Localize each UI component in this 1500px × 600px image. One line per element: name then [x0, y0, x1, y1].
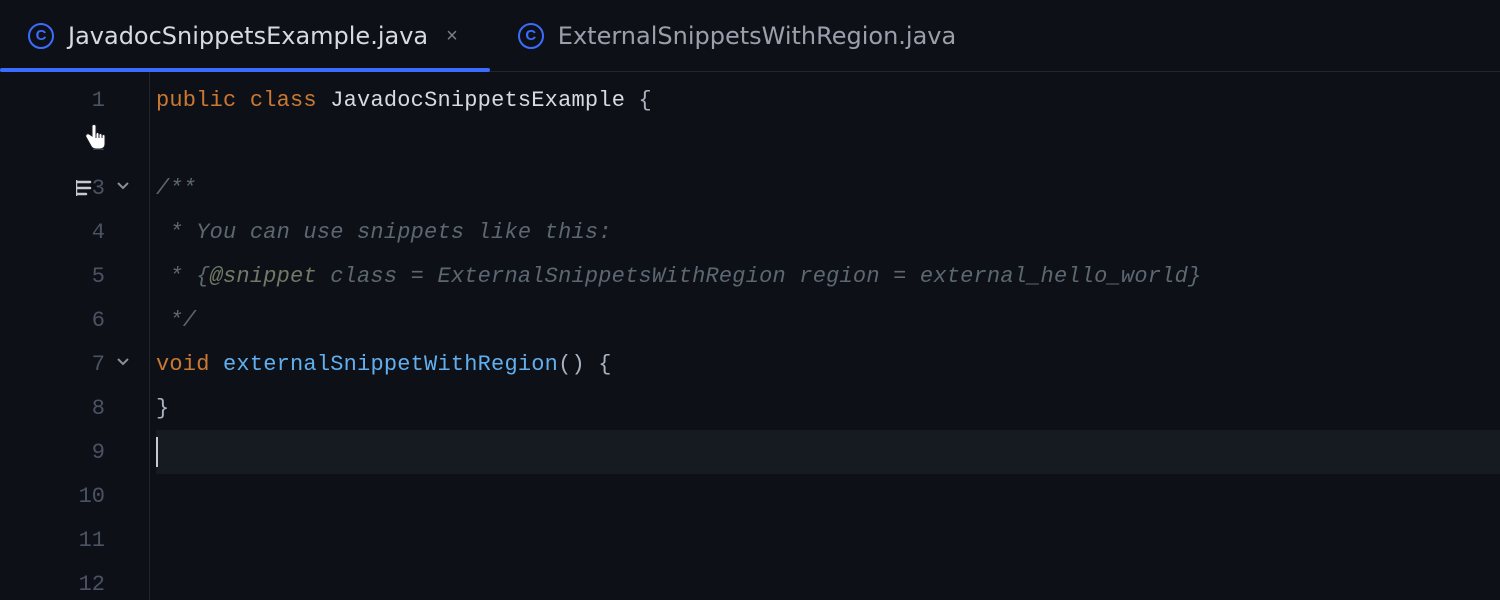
class-name: JavadocSnippetsExample	[330, 88, 625, 113]
keyword: class	[250, 88, 317, 113]
java-class-icon: C	[28, 23, 54, 49]
gutter-line[interactable]: 7	[0, 342, 149, 386]
code-line[interactable]	[156, 562, 1500, 600]
line-number: 12	[71, 572, 105, 597]
gutter-line[interactable]: 10	[0, 474, 149, 518]
gutter-line[interactable]: 4	[0, 210, 149, 254]
code-line[interactable]: */	[156, 298, 1500, 342]
tab-external-snippets-with-region[interactable]: C ExternalSnippetsWithRegion.java	[490, 0, 984, 71]
caret	[156, 437, 158, 467]
code-line[interactable]: }	[156, 386, 1500, 430]
tab-javadoc-snippets-example[interactable]: C JavadocSnippetsExample.java ×	[0, 0, 490, 71]
chevron-down-icon[interactable]	[115, 179, 131, 198]
keyword: public	[156, 88, 236, 113]
gutter-line[interactable]: 12	[0, 562, 149, 600]
code-line[interactable]	[156, 518, 1500, 562]
line-number: 7	[71, 352, 105, 377]
gutter-line[interactable]: 8	[0, 386, 149, 430]
line-number: 8	[71, 396, 105, 421]
line-number: 9	[71, 440, 105, 465]
brace: {	[639, 88, 652, 113]
gutter-line[interactable]: 9	[0, 430, 149, 474]
gutter-line[interactable]: 5	[0, 254, 149, 298]
javadoc-tag: @snippet	[210, 264, 317, 289]
gutter: 123456789101112	[0, 72, 150, 600]
line-number: 10	[71, 484, 105, 509]
code-line[interactable]	[156, 474, 1500, 518]
code-line[interactable]	[156, 122, 1500, 166]
java-class-icon: C	[518, 23, 544, 49]
javadoc: /**	[156, 176, 196, 201]
gutter-line[interactable]: 11	[0, 518, 149, 562]
code-line[interactable]: * {@snippet class = ExternalSnippetsWith…	[156, 254, 1500, 298]
gutter-line[interactable]: 3	[0, 166, 149, 210]
javadoc: * You can use snippets like this:	[156, 220, 612, 245]
line-number: 6	[71, 308, 105, 333]
tab-label: JavadocSnippetsExample.java	[68, 22, 428, 50]
gutter-line[interactable]: 6	[0, 298, 149, 342]
javadoc: * {	[156, 264, 210, 289]
chevron-down-icon[interactable]	[115, 355, 131, 374]
keyword: void	[156, 352, 210, 377]
javadoc: class = ExternalSnippetsWithRegion regio…	[317, 264, 1202, 289]
tab-label: ExternalSnippetsWithRegion.java	[558, 22, 956, 50]
brace: {	[598, 352, 611, 377]
javadoc: */	[156, 308, 196, 333]
code-line[interactable]: void externalSnippetWithRegion() {	[156, 342, 1500, 386]
parens: ()	[558, 352, 585, 377]
line-number: 5	[71, 264, 105, 289]
line-number: 11	[71, 528, 105, 553]
code-line[interactable]: * You can use snippets like this:	[156, 210, 1500, 254]
line-number: 1	[71, 88, 105, 113]
line-number: 2	[71, 132, 105, 157]
gutter-line[interactable]: 2	[0, 122, 149, 166]
gutter-line[interactable]: 1	[0, 78, 149, 122]
code-line-current[interactable]	[156, 430, 1500, 474]
brace: }	[156, 396, 169, 421]
code-line[interactable]: /**	[156, 166, 1500, 210]
code-area[interactable]: public class JavadocSnippetsExample { /*…	[150, 72, 1500, 600]
render-doc-icon[interactable]	[76, 180, 96, 196]
code-editor: 123456789101112 public class JavadocSnip…	[0, 72, 1500, 600]
method-name: externalSnippetWithRegion	[223, 352, 558, 377]
line-number: 4	[71, 220, 105, 245]
tab-bar: C JavadocSnippetsExample.java × C Extern…	[0, 0, 1500, 72]
close-icon[interactable]: ×	[442, 24, 462, 48]
code-line[interactable]: public class JavadocSnippetsExample {	[156, 78, 1500, 122]
